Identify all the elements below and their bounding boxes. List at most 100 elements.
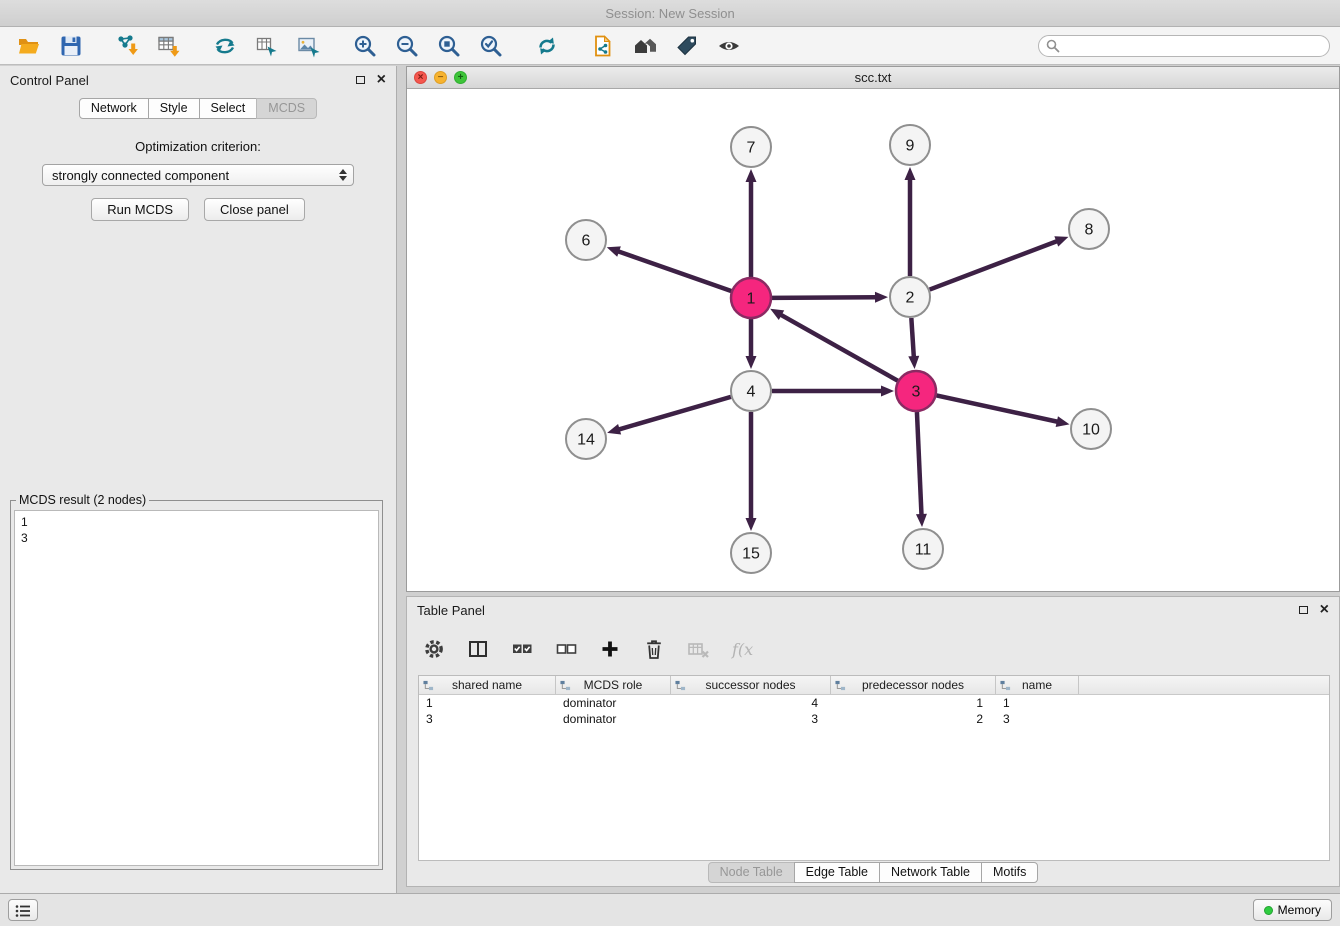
memory-button[interactable]: Memory (1253, 899, 1332, 921)
tab-mcds[interactable]: MCDS (256, 98, 317, 119)
table-panel-tabs: Node TableEdge TableNetwork TableMotifs (407, 862, 1339, 883)
window-titlebar[interactable]: Session: New Session (0, 0, 1340, 27)
toolbar-group (348, 31, 508, 61)
graph-node-7[interactable]: 7 (731, 127, 771, 167)
graph-node-2[interactable]: 2 (890, 277, 930, 317)
open-session-file-icon (591, 34, 615, 58)
unselect-all-icon (555, 638, 577, 660)
add-row-button[interactable] (597, 636, 623, 662)
toolbar-group (530, 31, 564, 61)
minimize-window-icon[interactable] (434, 71, 447, 84)
zoom-fit-button[interactable] (432, 31, 466, 61)
close-table-panel-icon[interactable] (1320, 602, 1329, 618)
refresh-view-button[interactable] (530, 31, 564, 61)
delete-row-button[interactable] (641, 636, 667, 662)
new-network-button[interactable] (208, 31, 242, 61)
column-header-successor-nodes[interactable]: successor nodes (671, 676, 831, 694)
graph-edge-4-15[interactable] (746, 412, 757, 531)
column-header-name[interactable]: name (996, 676, 1079, 694)
import-network-button[interactable] (110, 31, 144, 61)
export-image-button[interactable] (292, 31, 326, 61)
close-panel-button[interactable]: Close panel (204, 198, 305, 221)
criterion-dropdown[interactable]: strongly connected component (42, 164, 354, 186)
graph-edge-4-14[interactable] (607, 397, 731, 435)
network-canvas[interactable]: 7 9 6 8 1 2 4 3 14 10 15 11 (407, 89, 1339, 591)
column-header-mcds-role[interactable]: MCDS role (556, 676, 671, 694)
tab-select[interactable]: Select (199, 98, 258, 119)
graph-edge-4-3[interactable] (772, 386, 894, 397)
tab-style[interactable]: Style (148, 98, 200, 119)
close-window-icon[interactable] (414, 71, 427, 84)
graph-node-4[interactable]: 4 (731, 371, 771, 411)
tab-network[interactable]: Network (79, 98, 149, 119)
graph-edge-2-8[interactable] (930, 236, 1069, 289)
table-row[interactable]: 1dominator411 (419, 695, 1329, 711)
network-window-titlebar[interactable]: scc.txt (407, 67, 1339, 89)
run-mcds-button[interactable]: Run MCDS (91, 198, 189, 221)
tab-network-table[interactable]: Network Table (879, 862, 982, 883)
table-cell: 3 (419, 712, 556, 726)
control-panel-title: Control Panel (10, 73, 89, 88)
show-panels-button[interactable] (8, 899, 38, 921)
show-graphics-button[interactable] (712, 31, 746, 61)
float-table-panel-icon[interactable] (1299, 606, 1308, 614)
tab-motifs[interactable]: Motifs (981, 862, 1038, 883)
split-columns-icon (467, 638, 489, 660)
toolbar-group (110, 31, 186, 61)
save-session-button[interactable] (54, 31, 88, 61)
select-all-button[interactable] (509, 636, 535, 662)
tab-edge-table[interactable]: Edge Table (794, 862, 880, 883)
export-image-icon (297, 34, 321, 58)
graph-edge-3-10[interactable] (937, 395, 1070, 426)
zoom-in-icon (353, 34, 377, 58)
zoom-selected-button[interactable] (474, 31, 508, 61)
attribute-icon (675, 680, 686, 691)
column-header-label: predecessor nodes (862, 678, 964, 692)
column-header-shared-name[interactable]: shared name (419, 676, 556, 694)
graph-node-6[interactable]: 6 (566, 220, 606, 260)
graph-node-3[interactable]: 3 (896, 371, 936, 411)
home-button[interactable] (628, 31, 662, 61)
network-view-button[interactable] (250, 31, 284, 61)
style-button[interactable] (670, 31, 704, 61)
table-panel-header: Table Panel (407, 597, 1339, 623)
float-panel-icon[interactable] (356, 76, 365, 84)
graph-edge-3-11[interactable] (916, 412, 927, 527)
graph-node-11[interactable]: 11 (903, 529, 943, 569)
split-columns-button[interactable] (465, 636, 491, 662)
tab-node-table[interactable]: Node Table (708, 862, 795, 883)
zoom-selected-icon (479, 34, 503, 58)
graph-edge-2-3[interactable] (908, 318, 919, 369)
zoom-out-button[interactable] (390, 31, 424, 61)
network-graph[interactable]: 7 9 6 8 1 2 4 3 14 10 15 11 (407, 89, 1339, 591)
graph-edge-3-1[interactable] (770, 309, 898, 381)
graph-node-14[interactable]: 14 (566, 419, 606, 459)
memory-status-icon (1264, 906, 1273, 915)
unselect-all-button[interactable] (553, 636, 579, 662)
graph-edge-1-7[interactable] (746, 169, 757, 277)
open-session-button[interactable] (12, 31, 46, 61)
svg-text:9: 9 (906, 138, 915, 155)
graph-node-10[interactable]: 10 (1071, 409, 1111, 449)
import-table-button[interactable] (152, 31, 186, 61)
maximize-window-icon[interactable] (454, 71, 467, 84)
graph-node-8[interactable]: 8 (1069, 209, 1109, 249)
mcds-result-list[interactable]: 13 (14, 510, 379, 866)
graph-node-9[interactable]: 9 (890, 125, 930, 165)
network-window-title: scc.txt (407, 70, 1339, 85)
column-header-predecessor-nodes[interactable]: predecessor nodes (831, 676, 996, 694)
delete-row-icon (643, 638, 665, 660)
settings-gear-button[interactable] (421, 636, 447, 662)
graph-edge-1-6[interactable] (607, 246, 731, 291)
search-input[interactable] (1038, 35, 1330, 57)
graph-node-1[interactable]: 1 (731, 278, 771, 318)
delete-table-button (685, 636, 711, 662)
graph-edge-1-2[interactable] (772, 292, 888, 303)
open-session-file-button[interactable] (586, 31, 620, 61)
close-panel-icon[interactable] (377, 72, 386, 88)
table-row[interactable]: 3dominator323 (419, 711, 1329, 727)
graph-node-15[interactable]: 15 (731, 533, 771, 573)
zoom-in-button[interactable] (348, 31, 382, 61)
graph-edge-1-4[interactable] (746, 319, 757, 369)
graph-edge-2-9[interactable] (905, 167, 916, 276)
